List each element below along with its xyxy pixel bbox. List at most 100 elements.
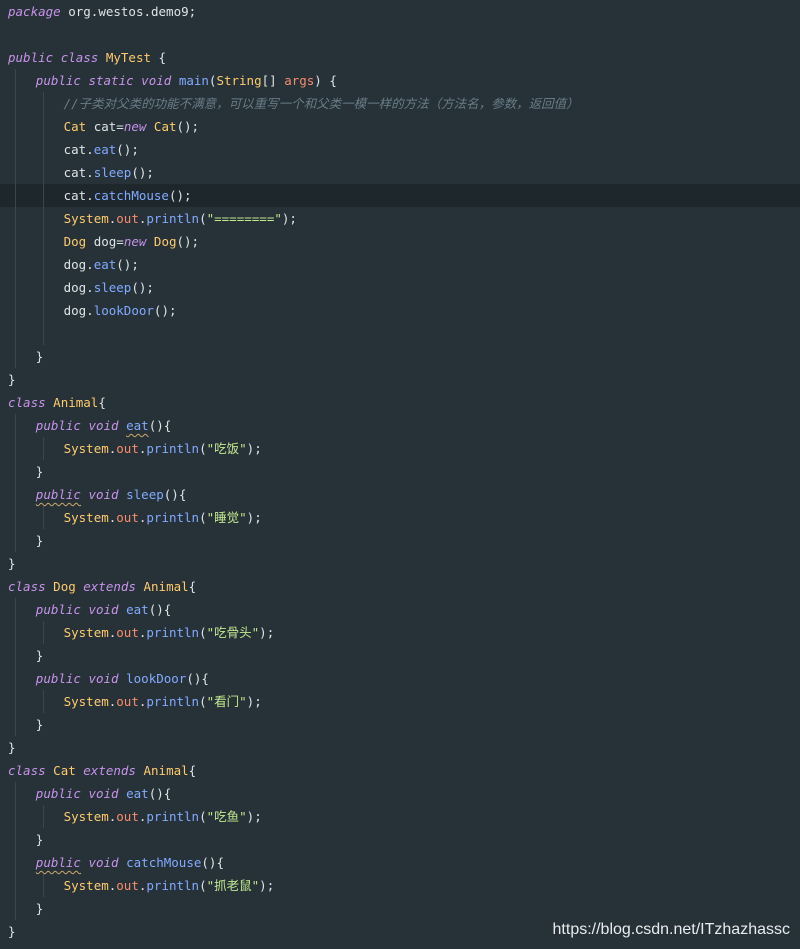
code-editor[interactable]: package org.westos.demo9; public class My… [0, 0, 800, 949]
code-token: ); [259, 878, 275, 893]
code-token: new [123, 119, 147, 134]
code-token: Dog [153, 234, 177, 249]
code-token: } [35, 648, 44, 663]
code-token: void [88, 602, 119, 617]
code-line[interactable]: } [0, 529, 800, 552]
code-line[interactable]: System.out.println("抓老鼠"); [0, 874, 800, 897]
code-line[interactable]: System.out.println("吃骨头"); [0, 621, 800, 644]
code-line[interactable]: //子类对父类的功能不满意，可以重写一个和父类一模一样的方法（方法名，参数，返回… [0, 92, 800, 115]
code-token: } [8, 924, 16, 939]
code-token: out [116, 878, 139, 893]
code-token: class [8, 579, 46, 594]
code-line[interactable]: } [0, 460, 800, 483]
code-line[interactable]: System.out.println("睡觉"); [0, 506, 800, 529]
code-line[interactable]: public void sleep(){ [0, 483, 800, 506]
code-line[interactable]: Cat cat=new Cat(); [0, 115, 800, 138]
code-line[interactable]: System.out.println("========"); [0, 207, 800, 230]
code-token: } [35, 464, 44, 479]
code-token: main [178, 73, 209, 88]
code-token: catchMouse [93, 188, 169, 203]
code-line[interactable]: } [0, 644, 800, 667]
code-line[interactable]: cat.catchMouse(); [0, 184, 800, 207]
code-line[interactable]: class Cat extends Animal{ [0, 759, 800, 782]
code-token: cat. [63, 142, 94, 157]
indent-guide [42, 874, 44, 897]
code-token: println [146, 694, 200, 709]
code-token: public [35, 487, 81, 502]
code-line[interactable]: } [0, 552, 800, 575]
code-line[interactable]: } [0, 736, 800, 759]
code-token: public [8, 50, 54, 65]
code-token: ( [199, 211, 207, 226]
indent-guide [42, 92, 44, 345]
code-line[interactable] [0, 322, 800, 345]
code-line[interactable]: class Animal{ [0, 391, 800, 414]
indent-guide [42, 805, 44, 828]
code-token: ); [259, 625, 275, 640]
code-token: dog. [63, 257, 94, 272]
code-token: System [63, 625, 109, 640]
code-token: eat [126, 418, 149, 433]
code-line[interactable]: dog.eat(); [0, 253, 800, 276]
code-token: void [88, 671, 119, 686]
code-line[interactable]: class Dog extends Animal{ [0, 575, 800, 598]
code-token: } [35, 832, 44, 847]
code-token: out [116, 809, 139, 824]
code-line[interactable]: public class MyTest { [0, 46, 800, 69]
code-line[interactable]: public static void main(String[] args) { [0, 69, 800, 92]
code-line[interactable]: public void catchMouse(){ [0, 851, 800, 874]
code-line[interactable]: } [0, 713, 800, 736]
code-token: { [151, 50, 167, 65]
code-line[interactable]: public void eat(){ [0, 414, 800, 437]
code-token: ( [199, 694, 207, 709]
code-line[interactable]: package org.westos.demo9; [0, 0, 800, 23]
code-token: class [60, 50, 99, 65]
code-token: (){ [201, 855, 224, 870]
code-token: System [63, 878, 109, 893]
code-token: println [146, 809, 200, 824]
code-token: (); [116, 142, 139, 157]
code-token: System [63, 441, 109, 456]
code-token: eat [93, 142, 117, 157]
code-token: class [8, 763, 46, 778]
code-token: ( [199, 878, 207, 893]
code-token: } [35, 349, 44, 364]
code-token: (){ [148, 418, 172, 433]
code-line[interactable]: cat.sleep(); [0, 161, 800, 184]
code-line[interactable]: dog.sleep(); [0, 276, 800, 299]
code-line[interactable]: } [0, 345, 800, 368]
code-token: "吃鱼" [206, 809, 247, 824]
code-token: lookDoor [126, 671, 187, 686]
code-token: ); [246, 510, 262, 525]
code-line[interactable]: } [0, 897, 800, 920]
code-line[interactable]: } [0, 828, 800, 851]
code-line[interactable]: Dog dog=new Dog(); [0, 230, 800, 253]
code-line[interactable]: System.out.println("吃饭"); [0, 437, 800, 460]
code-token: (); [176, 119, 200, 134]
code-token: lookDoor [93, 303, 154, 318]
code-token: System [63, 211, 109, 226]
code-line[interactable]: public void eat(){ [0, 598, 800, 621]
code-line[interactable]: public void lookDoor(){ [0, 667, 800, 690]
code-line[interactable]: cat.eat(); [0, 138, 800, 161]
code-token: public [35, 602, 81, 617]
code-line[interactable] [0, 23, 800, 46]
code-line[interactable]: dog.lookDoor(); [0, 299, 800, 322]
code-token: Animal [143, 579, 189, 594]
code-token: { [188, 763, 197, 778]
code-token: sleep [126, 487, 164, 502]
code-line[interactable]: } [0, 368, 800, 391]
code-line[interactable]: System.out.println("看门"); [0, 690, 800, 713]
code-token: } [8, 556, 16, 571]
code-token: void [88, 418, 119, 433]
code-line[interactable]: public void eat(){ [0, 782, 800, 805]
code-token: public [35, 786, 81, 801]
code-line[interactable]: System.out.println("吃鱼"); [0, 805, 800, 828]
code-token: "睡觉" [206, 510, 247, 525]
